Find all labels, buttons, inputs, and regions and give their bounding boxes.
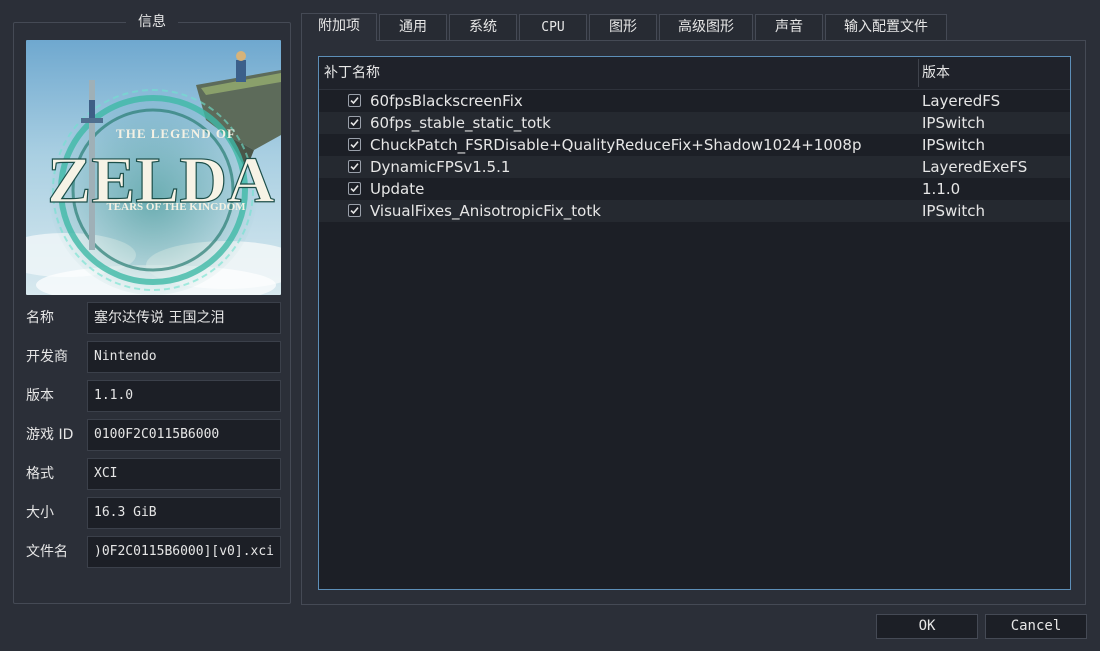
patch-version: IPSwitch [922,114,986,132]
patch-version: 1.1.0 [922,180,961,198]
info-group: 信息 THE LEGEND OF ZELDA TEARS OF THE KING… [13,14,292,604]
version-field[interactable]: 1.1.0 [87,380,281,412]
tab-bar: 附加项 通用 系统 CPU 图形 高级图形 声音 输入配置文件 [301,13,949,41]
checkmark-icon [350,119,359,127]
patch-name: 60fps_stable_static_totk [370,114,551,132]
patch-name: 60fpsBlackscreenFix [370,92,523,110]
tab-system[interactable]: 系统 [449,14,517,40]
field-row-version: 版本 1.1.0 [14,380,292,412]
tab-addons[interactable]: 附加项 [301,13,377,41]
field-label-filename: 文件名 [26,544,68,560]
checkmark-icon [350,141,359,149]
patch-name: VisualFixes_AnisotropicFix_totk [370,202,601,220]
tab-cpu-label: CPU [541,20,565,35]
filename-field[interactable]: )0F2C0115B6000][v0].xci [87,536,281,568]
game-name-field[interactable]: 塞尔达传说 王国之泪 [87,302,281,334]
field-row-size: 大小 16.3 GiB [14,497,292,529]
cover-logo-sub: TEARS OF THE KINGDOM [106,201,246,213]
tab-general[interactable]: 通用 [379,14,447,40]
patch-version: LayeredExeFS [922,158,1028,176]
checkmark-icon [350,163,359,171]
patch-checkbox[interactable] [348,182,361,195]
field-row-name: 名称 塞尔达传说 王国之泪 [14,302,292,334]
tab-cpu[interactable]: CPU [519,14,587,40]
field-label-game-id: 游戏 ID [26,427,74,443]
patch-checkbox[interactable] [348,204,361,217]
patch-list[interactable]: 补丁名称 版本 60fpsBlackscreenFix LayeredFS 60… [318,56,1071,590]
field-label-version: 版本 [26,388,54,404]
format-field[interactable]: XCI [87,458,281,490]
field-row-developer: 开发商 Nintendo [14,341,292,373]
patch-row[interactable]: Update 1.1.0 [319,178,1070,200]
patch-checkbox[interactable] [348,138,361,151]
patch-checkbox[interactable] [348,160,361,173]
patch-row[interactable]: ChuckPatch_FSRDisable+QualityReduceFix+S… [319,134,1070,156]
checkmark-icon [350,185,359,193]
field-label-format: 格式 [26,466,54,482]
game-id-field[interactable]: 0100F2C0115B6000 [87,419,281,451]
ok-button[interactable]: OK [876,614,978,639]
tab-advanced-graphics[interactable]: 高级图形 [659,14,753,40]
cover-logo-top: THE LEGEND OF [116,126,236,141]
column-header-version[interactable]: 版本 [922,57,950,89]
patch-version: LayeredFS [922,92,1001,110]
patch-name: DynamicFPSv1.5.1 [370,158,511,176]
tab-input-profiles[interactable]: 输入配置文件 [825,14,947,40]
field-row-format: 格式 XCI [14,458,292,490]
checkmark-icon [350,97,359,105]
field-label-name: 名称 [26,310,54,326]
patch-row[interactable]: 60fps_stable_static_totk IPSwitch [319,112,1070,134]
game-cover-image: THE LEGEND OF ZELDA TEARS OF THE KINGDOM [26,40,281,295]
patch-name: ChuckPatch_FSRDisable+QualityReduceFix+S… [370,136,862,154]
column-header-patch-name[interactable]: 补丁名称 [324,57,380,89]
field-label-size: 大小 [26,505,54,521]
addons-tab-panel: 补丁名称 版本 60fpsBlackscreenFix LayeredFS 60… [301,40,1086,605]
tab-graphics[interactable]: 图形 [589,14,657,40]
field-row-filename: 文件名 )0F2C0115B6000][v0].xci [14,536,292,568]
patch-name: Update [370,180,425,198]
field-label-developer: 开发商 [26,349,68,365]
patch-list-header: 补丁名称 版本 [319,57,1070,90]
patch-checkbox[interactable] [348,116,361,129]
patch-checkbox[interactable] [348,94,361,107]
tab-audio[interactable]: 声音 [755,14,823,40]
cancel-button[interactable]: Cancel [985,614,1087,639]
patch-version: IPSwitch [922,202,986,220]
column-divider[interactable] [918,59,919,87]
filename-text: )0F2C0115B6000][v0].xci [94,544,275,559]
checkmark-icon [350,207,359,215]
developer-field[interactable]: Nintendo [87,341,281,373]
patch-version: IPSwitch [922,136,986,154]
patch-row[interactable]: 60fpsBlackscreenFix LayeredFS [319,90,1070,112]
patch-row[interactable]: VisualFixes_AnisotropicFix_totk IPSwitch [319,200,1070,222]
info-group-title: 信息 [126,14,178,30]
field-row-game-id: 游戏 ID 0100F2C0115B6000 [14,419,292,451]
patch-row[interactable]: DynamicFPSv1.5.1 LayeredExeFS [319,156,1070,178]
size-field[interactable]: 16.3 GiB [87,497,281,529]
